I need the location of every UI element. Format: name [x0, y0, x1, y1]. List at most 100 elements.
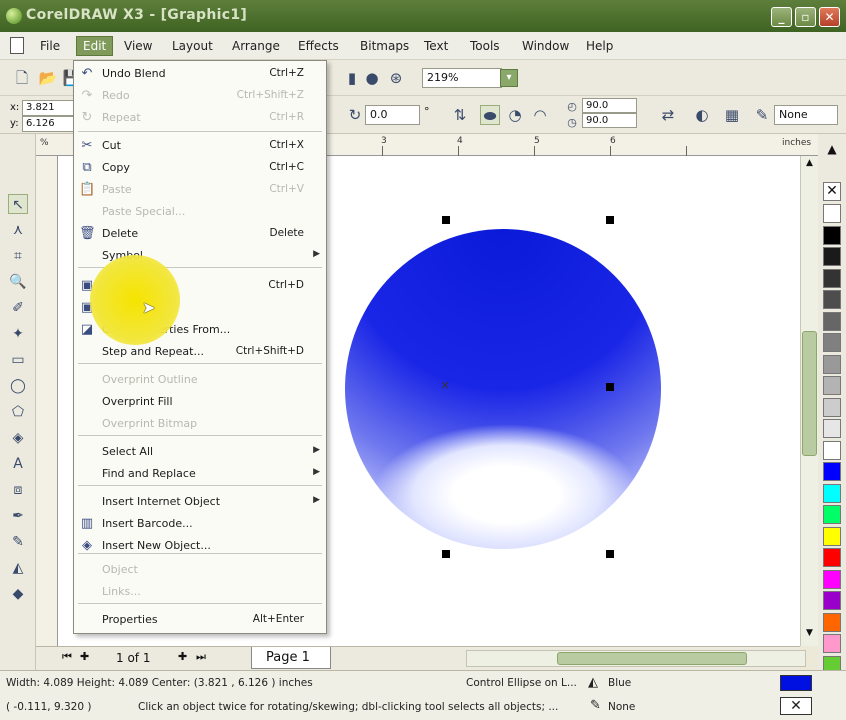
vertical-ruler[interactable] [36, 156, 58, 646]
basic-shapes-tool-icon[interactable]: ◈ [8, 428, 28, 448]
menu-item-properties[interactable]: Properties Alt+Enter [74, 609, 326, 631]
rectangle-tool-icon[interactable]: ▭ [8, 350, 28, 370]
palette-scroll-up-icon[interactable]: ▲ [823, 142, 841, 160]
ellipse-tool-icon[interactable]: ◯ [8, 376, 28, 396]
ruler-corner[interactable]: % [40, 138, 49, 148]
arc-mode-icon[interactable]: ◠ [530, 105, 550, 125]
outline-width-field[interactable]: None [774, 105, 838, 125]
interactive-fill-tool-icon[interactable]: ◆ [8, 584, 28, 604]
menu-item-insert-internet-object[interactable]: Insert Internet Object ▶ [74, 491, 326, 513]
interactive-blend-tool-icon[interactable]: ⧈ [8, 480, 28, 500]
shape-tool-icon[interactable]: ⋏ [8, 220, 28, 240]
pick-tool-icon[interactable]: ↖ [8, 194, 28, 214]
zoom-tool-icon[interactable]: 🔍 [8, 272, 28, 292]
color-swatch[interactable] [823, 569, 841, 589]
menu-item-step-and-repeat[interactable]: Step and Repeat... Ctrl+Shift+D [74, 341, 326, 363]
starting-angle-field[interactable]: 90.0 [582, 98, 637, 113]
menu-arrange[interactable]: Arrange [232, 39, 280, 53]
pie-mode-icon[interactable]: ◔ [505, 105, 525, 125]
menu-edit[interactable]: Edit [76, 36, 114, 56]
menu-help[interactable]: Help [586, 39, 613, 53]
ellipse-mode-icon[interactable]: ⬬ [480, 105, 500, 125]
color-swatch[interactable] [823, 204, 841, 223]
add-page-icon[interactable]: ✚ [80, 650, 89, 663]
color-swatch[interactable] [823, 333, 841, 352]
menu-bitmaps[interactable]: Bitmaps [360, 39, 409, 53]
corel-online-icon[interactable]: ⊛ [386, 68, 406, 88]
fill-color-indicator[interactable] [780, 675, 812, 691]
color-swatch[interactable] [823, 419, 841, 438]
menu-item-undo-blend[interactable]: ↶ Undo Blend Ctrl+Z [74, 63, 326, 85]
polygon-tool-icon[interactable]: ⬠ [8, 402, 28, 422]
color-swatch[interactable] [823, 612, 841, 632]
color-swatch[interactable] [823, 311, 841, 331]
horizontal-scrollbar[interactable] [466, 650, 806, 667]
menu-text[interactable]: Text [424, 39, 448, 53]
to-front-icon[interactable]: ▦ [722, 105, 742, 125]
smart-fill-tool-icon[interactable]: ✦ [8, 324, 28, 344]
menu-item-cut[interactable]: ✂ Cut Ctrl+X [74, 135, 326, 157]
menu-window[interactable]: Window [522, 39, 569, 53]
ending-angle-field[interactable]: 90.0 [582, 113, 637, 128]
menu-item-insert-barcode[interactable]: ▥ Insert Barcode... [74, 513, 326, 535]
color-swatch[interactable] [823, 354, 841, 374]
menu-file[interactable]: File [40, 39, 60, 53]
maximize-button[interactable]: ▫ [795, 7, 816, 27]
selection-handle[interactable] [442, 550, 450, 558]
scroll-up-icon[interactable]: ▲ [802, 158, 817, 173]
menu-item-copy[interactable]: ⧉ Copy Ctrl+C [74, 157, 326, 179]
menu-effects[interactable]: Effects [298, 39, 339, 53]
color-swatch[interactable] [823, 634, 841, 653]
selection-handle[interactable] [442, 216, 450, 224]
zoom-level-field[interactable]: 219% [422, 68, 502, 88]
color-swatch[interactable] [823, 376, 841, 395]
add-page-after-icon[interactable]: ✚ [178, 650, 187, 663]
selection-handle[interactable] [606, 383, 614, 391]
application-launcher-icon[interactable]: ● [362, 68, 382, 88]
color-swatch[interactable] [823, 548, 841, 567]
fill-tool-icon[interactable]: ◭ [8, 558, 28, 578]
crop-tool-icon[interactable]: ⌗ [8, 246, 28, 266]
document-icon[interactable] [10, 37, 24, 54]
new-document-icon[interactable]: 🗋 [12, 68, 32, 88]
menu-tools[interactable]: Tools [470, 39, 500, 53]
eyedropper-tool-icon[interactable]: ✒ [8, 506, 28, 526]
text-tool-icon[interactable]: A [8, 454, 28, 474]
align-icon[interactable]: ▮ [342, 68, 362, 88]
mirror-icon[interactable]: ⇅ [450, 105, 470, 125]
horizontal-scroll-thumb[interactable] [557, 652, 747, 665]
minimize-button[interactable]: _ [771, 7, 792, 27]
open-icon[interactable]: 📂 [38, 68, 58, 88]
outline-pen-icon[interactable]: ✎ [752, 105, 772, 125]
zoom-dropdown-button[interactable]: ▾ [500, 69, 518, 87]
color-swatch[interactable] [823, 591, 841, 610]
selection-handle[interactable] [606, 216, 614, 224]
menu-item-delete[interactable]: 🗑 Delete Delete [74, 223, 326, 245]
menu-view[interactable]: View [124, 39, 152, 53]
color-swatch[interactable] [823, 397, 841, 417]
menu-item-select-all[interactable]: Select All ▶ [74, 441, 326, 463]
color-swatch[interactable] [823, 483, 841, 503]
close-button[interactable]: ✕ [819, 7, 840, 27]
menu-item-find-and-replace[interactable]: Find and Replace ▶ [74, 463, 326, 485]
freehand-tool-icon[interactable]: ✐ [8, 298, 28, 318]
vertical-scroll-thumb[interactable] [802, 331, 817, 456]
color-swatch[interactable] [823, 462, 841, 481]
page-tab[interactable]: Page 1 [251, 647, 331, 669]
vertical-scrollbar[interactable]: ▲ ▼ [800, 156, 818, 646]
rotation-angle-field[interactable]: 0.0 [365, 105, 420, 125]
color-swatch[interactable] [823, 268, 841, 288]
color-swatch[interactable] [823, 505, 841, 524]
first-page-icon[interactable]: ⏮ [62, 650, 72, 664]
outline-tool-icon[interactable]: ✎ [8, 532, 28, 552]
outline-color-indicator[interactable]: ✕ [780, 697, 812, 715]
color-swatch[interactable] [823, 247, 841, 266]
selection-handle[interactable] [606, 550, 614, 558]
color-swatch[interactable] [823, 290, 841, 309]
direction-icon[interactable]: ⇄ [658, 105, 678, 125]
last-page-icon[interactable]: ⏭ [196, 650, 206, 664]
x-position-field[interactable]: 3.821 [22, 100, 74, 116]
y-position-field[interactable]: 6.126 [22, 116, 74, 132]
menu-layout[interactable]: Layout [172, 39, 213, 53]
scroll-down-icon[interactable]: ▼ [802, 628, 817, 643]
